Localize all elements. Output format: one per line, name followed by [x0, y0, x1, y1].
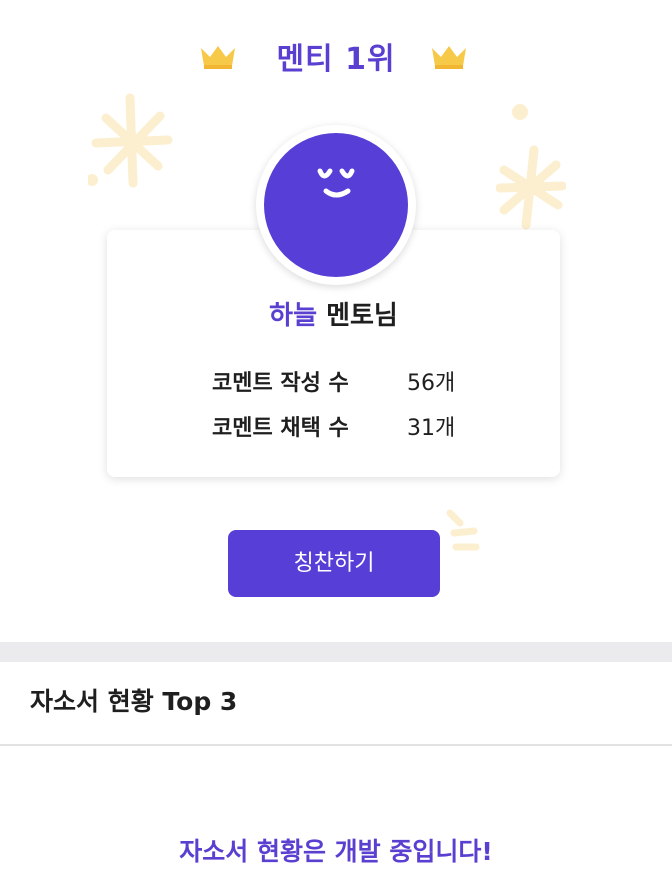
- ranking-title-row: 멘티 1위: [0, 38, 672, 82]
- section-divider: [0, 642, 672, 662]
- ranking-title: 멘티 1위: [276, 42, 396, 77]
- sparkle-decoration-button: [446, 509, 480, 551]
- mentor-nickname: 하늘: [269, 301, 317, 331]
- section-title: 자소서 현황 Top 3: [30, 687, 238, 716]
- section-header: 자소서 현황 Top 3: [0, 662, 672, 746]
- stat-value: 31개: [407, 416, 456, 441]
- mentor-suffix: 멘토님: [326, 301, 398, 331]
- stat-row-comments-adopted: 코멘트 채택 수 31개: [212, 412, 512, 446]
- empty-state-message: 자소서 현황은 개발 중입니다!: [179, 837, 493, 866]
- mentor-name: 하늘 멘토님: [107, 298, 560, 334]
- avatar-image: [264, 133, 408, 277]
- smiley-face-icon: [317, 168, 355, 198]
- avatar: [256, 125, 416, 285]
- stat-label: 코멘트 채택 수: [212, 416, 349, 441]
- stat-value: 56개: [407, 371, 456, 396]
- stat-row-comments-written: 코멘트 작성 수 56개: [212, 367, 512, 401]
- praise-button[interactable]: 칭찬하기: [228, 530, 440, 597]
- mentor-ranking-panel: 멘티 1위 하늘 멘토님 코멘트 작성 수 56개 코멘트 채택 수 31개 칭…: [0, 0, 672, 640]
- stat-label: 코멘트 작성 수: [212, 371, 349, 396]
- crown-icon: [201, 46, 235, 69]
- sparkle-decoration-right: [496, 104, 566, 230]
- crown-icon: [432, 46, 466, 69]
- sparkle-decoration-left: [88, 93, 173, 188]
